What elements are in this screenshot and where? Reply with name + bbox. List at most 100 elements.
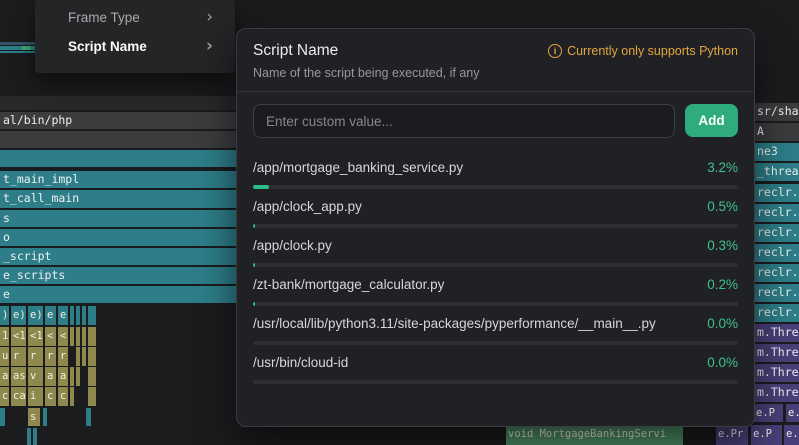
script-option[interactable]: /usr/local/lib/python3.11/site-packages/… — [237, 306, 754, 345]
flame-frame[interactable]: e.P — [754, 404, 783, 422]
custom-value-input[interactable] — [253, 104, 675, 138]
minimap-sliver — [22, 46, 31, 50]
flame-frame[interactable]: reclr.s — [754, 204, 799, 222]
flame-frame[interactable]: t_main_impl — [0, 171, 237, 188]
flame-frame[interactable]: e. — [784, 425, 799, 445]
script-option[interactable]: /usr/bin/cloud-id0.0% — [237, 345, 754, 384]
flame-frame — [0, 408, 5, 426]
flame-frame — [82, 327, 86, 346]
flame-frame — [76, 327, 80, 346]
flame-frame — [0, 131, 237, 148]
flame-frame — [70, 367, 74, 386]
flame-frame — [86, 408, 91, 426]
flame-frame[interactable]: e) — [28, 306, 43, 325]
flame-frame[interactable]: void MortgageBankingServi — [506, 425, 683, 445]
flame-frame[interactable]: c — [45, 387, 56, 406]
flame-frame[interactable]: r — [45, 347, 56, 366]
flame-frame[interactable]: o — [0, 229, 237, 246]
flame-frame — [0, 150, 237, 167]
flame-frame[interactable]: ) — [0, 306, 9, 325]
flame-frame[interactable]: e — [58, 306, 68, 325]
flame-frame[interactable]: _thread — [754, 163, 799, 181]
flame-frame[interactable]: reclr.s — [754, 284, 799, 302]
flame-frame[interactable]: s — [0, 210, 237, 227]
script-name-text: /app/clock_app.py — [253, 199, 695, 214]
script-percentage: 0.2% — [707, 277, 738, 292]
flame-frame[interactable]: e.Pr — [716, 425, 748, 445]
script-name-text: /app/mortgage_banking_service.py — [253, 160, 695, 175]
flame-frame[interactable]: e) — [11, 306, 26, 325]
flame-frame — [70, 306, 74, 325]
flame-frame — [88, 327, 96, 346]
flame-frame[interactable]: reclr.s — [754, 184, 799, 202]
flame-frame[interactable]: <1 — [28, 327, 43, 346]
script-name-popover: Script Name i Currently only supports Py… — [236, 28, 755, 427]
flame-frame[interactable]: <1 — [11, 327, 26, 346]
script-option[interactable]: /app/clock_app.py0.5% — [237, 189, 754, 228]
flame-frame — [82, 306, 86, 325]
flame-frame[interactable]: m.Threa — [754, 364, 799, 382]
flame-frame[interactable]: < — [58, 327, 68, 346]
flame-frame[interactable]: al/bin/php — [0, 112, 237, 129]
flame-frame — [76, 367, 80, 386]
flame-frame[interactable]: c — [58, 387, 68, 406]
flame-frame[interactable]: e.P — [751, 425, 782, 445]
flame-frame — [76, 306, 80, 325]
flame-frame[interactable]: e — [0, 286, 237, 303]
flame-frame[interactable]: s — [28, 408, 40, 426]
flame-frame[interactable]: < — [45, 327, 56, 346]
flame-frame[interactable]: reclr.s — [754, 224, 799, 242]
flame-frame — [70, 387, 74, 406]
flame-frame[interactable]: e_scripts — [0, 267, 237, 284]
flame-frame[interactable]: e — [45, 306, 56, 325]
flamegraph-minimap[interactable] — [0, 40, 35, 54]
flame-frame[interactable]: v — [28, 367, 43, 386]
flame-frame[interactable]: ne3 — [754, 143, 799, 161]
flame-frame[interactable]: A — [754, 123, 799, 141]
flame-frame[interactable]: m.Threa — [754, 344, 799, 362]
flame-frame[interactable]: a — [58, 367, 68, 386]
flame-frame[interactable]: r — [58, 347, 68, 366]
flame-frame — [70, 327, 74, 346]
flame-frame — [88, 387, 96, 406]
usage-progress-track — [253, 380, 738, 384]
flame-frame[interactable]: reclr.s — [754, 304, 799, 322]
script-list: /app/mortgage_banking_service.py3.2%/app… — [237, 148, 754, 384]
flame-frame[interactable]: sr/sha — [754, 103, 799, 121]
menu-item-frame-type[interactable]: Frame Type› — [35, 3, 235, 32]
flame-frame[interactable]: a — [0, 367, 9, 386]
flame-frame — [27, 428, 31, 445]
popover-header: Script Name i Currently only supports Py… — [237, 29, 754, 91]
script-option[interactable]: /app/mortgage_banking_service.py3.2% — [237, 150, 754, 189]
chevron-right-icon: › — [206, 38, 213, 55]
flame-frame[interactable]: _script — [0, 248, 237, 265]
flame-frame[interactable]: r — [11, 347, 26, 366]
script-option[interactable]: /app/clock.py0.3% — [237, 228, 754, 267]
flame-frame[interactable]: 1 — [0, 327, 9, 346]
flame-frame[interactable]: reclr.s — [754, 264, 799, 282]
minimap-sliver — [0, 51, 35, 53]
python-support-warning: i Currently only supports Python — [548, 42, 738, 58]
context-menu: Frame Type›Script Name› — [35, 0, 235, 73]
flame-frame[interactable]: as — [11, 367, 26, 386]
script-name-text: /usr/bin/cloud-id — [253, 355, 695, 370]
flame-frame — [33, 428, 37, 445]
script-percentage: 0.3% — [707, 238, 738, 253]
flame-frame[interactable]: r — [28, 347, 43, 366]
flame-frame[interactable]: t_call_main — [0, 190, 237, 208]
flame-frame — [88, 367, 96, 386]
minimap-sliver — [0, 42, 35, 45]
menu-item-script-name[interactable]: Script Name› — [35, 32, 235, 61]
flame-frame[interactable]: e. — [786, 404, 799, 422]
flame-frame[interactable]: ca — [11, 387, 26, 406]
flame-frame[interactable]: m.Threa — [754, 324, 799, 342]
popover-title: Script Name — [253, 42, 338, 60]
flame-frame[interactable]: a — [45, 367, 56, 386]
flame-frame[interactable]: i — [28, 387, 43, 406]
script-option[interactable]: /zt-bank/mortgage_calculator.py0.2% — [237, 267, 754, 306]
flame-frame[interactable]: u — [0, 347, 9, 366]
flame-frame[interactable]: c — [0, 387, 9, 406]
flame-frame[interactable]: m.Threa — [754, 384, 799, 402]
flame-frame[interactable]: reclr.s — [754, 244, 799, 262]
add-button[interactable]: Add — [685, 104, 738, 137]
